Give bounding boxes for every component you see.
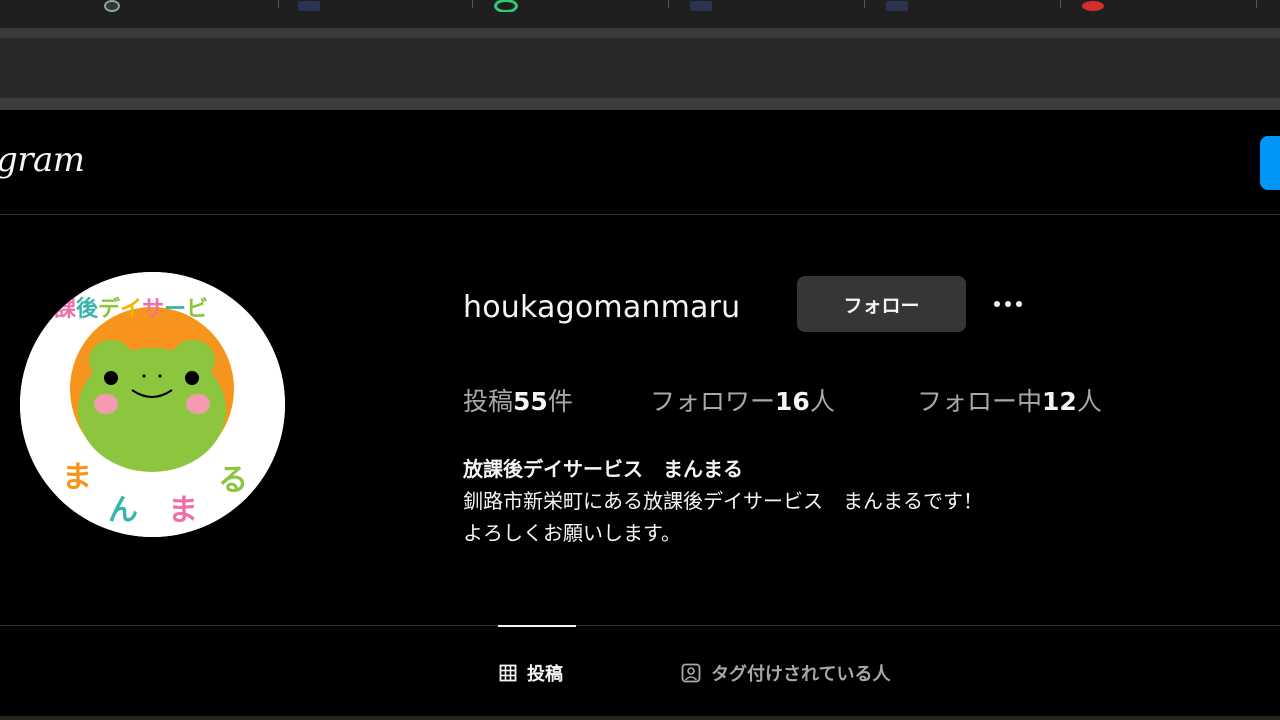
stat-following-label: フォロー中 [917, 387, 1043, 416]
doc-icon [690, 1, 712, 11]
stat-followers-label: フォロワー [650, 387, 776, 416]
stat-followers-unit: 人 [809, 387, 835, 416]
tab-separator [1060, 0, 1061, 8]
avatar-bottom-char: ま [168, 493, 198, 528]
dot [1016, 301, 1022, 307]
browser-toolbar [0, 38, 1280, 98]
stat-posts-unit: 件 [547, 387, 573, 416]
stat-following[interactable]: フォロー中12人 [917, 382, 1102, 418]
stat-following-count: 12 [1042, 387, 1077, 416]
browser-tab[interactable] [298, 0, 478, 12]
tab-posts-label: 投稿 [527, 664, 563, 685]
bio-display-name: 放課後デイサービス まんまる [463, 457, 743, 481]
tab-separator [1256, 0, 1257, 8]
avatar-bottom-char: る [218, 463, 248, 498]
tab-tagged[interactable]: タグ付けされている人 [681, 660, 890, 686]
bio-line: 釧路市新栄町にある放課後デイサービス まんまるです！ [463, 489, 983, 513]
avatar-top-text: 課後デイサービ [54, 296, 208, 322]
browser-divider [0, 98, 1280, 110]
grid-icon [499, 664, 517, 682]
stat-following-unit: 人 [1076, 387, 1102, 416]
ellipsis-icon[interactable] [986, 288, 1030, 320]
browser-tab[interactable] [690, 0, 870, 12]
red-app-icon [1082, 1, 1104, 11]
tab-tagged-label: タグ付けされている人 [711, 664, 891, 685]
frog-mascot-icon: 課後デイサービ ま ん ま る [20, 272, 285, 537]
green-circle-icon [494, 0, 518, 12]
doc-icon [886, 1, 908, 11]
active-tab-indicator [498, 625, 576, 627]
app-icon [104, 0, 120, 12]
stat-posts-count: 55 [513, 387, 548, 416]
stat-followers-count: 16 [775, 387, 810, 416]
app-header: gram [0, 110, 1280, 215]
avatar-bottom-char: ま [62, 460, 92, 495]
doc-icon [298, 1, 320, 11]
instagram-logo[interactable]: gram [0, 140, 85, 180]
stat-posts-label: 投稿 [463, 387, 514, 416]
browser-tab[interactable] [494, 0, 674, 12]
tab-separator [864, 0, 865, 8]
tabs-divider [0, 625, 1280, 626]
profile-avatar[interactable]: 課後デイサービ ま ん ま る [20, 272, 285, 537]
browser-tab[interactable] [886, 0, 1066, 12]
header-action-button[interactable] [1260, 136, 1280, 190]
tab-posts[interactable]: 投稿 [499, 660, 563, 686]
follow-button[interactable]: フォロー [797, 276, 966, 332]
tab-separator [472, 0, 473, 8]
profile-bio: 放課後デイサービス まんまる 釧路市新栄町にある放課後デイサービス まんまるです… [463, 453, 983, 549]
browser-tab[interactable] [1082, 0, 1262, 12]
posts-grid-edge [0, 716, 1280, 720]
profile-username: houkagomanmaru [463, 290, 741, 325]
browser-tab[interactable] [104, 0, 284, 12]
dot [994, 301, 1000, 307]
stat-posts: 投稿55件 [463, 382, 573, 418]
tab-separator [278, 0, 279, 8]
browser-tabstrip [0, 0, 1280, 28]
tab-separator [668, 0, 669, 8]
bio-line: よろしくお願いします。 [463, 521, 681, 545]
tagged-person-icon [681, 663, 701, 683]
browser-divider [0, 28, 1280, 38]
stat-followers[interactable]: フォロワー16人 [650, 382, 835, 418]
dot [1005, 301, 1011, 307]
avatar-bottom-char: ん [108, 493, 138, 528]
